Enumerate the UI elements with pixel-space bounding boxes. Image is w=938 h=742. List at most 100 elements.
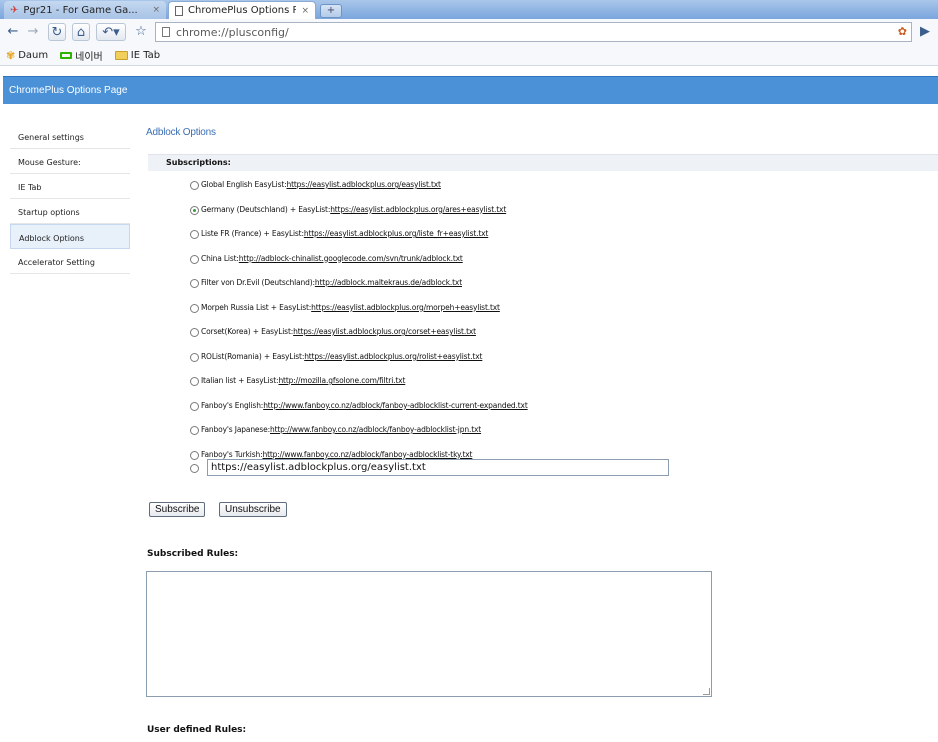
subscriptions-header: Subscriptions: [148, 154, 938, 171]
subscribed-rules-textarea[interactable] [146, 571, 712, 697]
subscription-link[interactable]: http://adblock-chinalist.googlecode.com/… [239, 254, 463, 263]
subscription-name: China List: [201, 253, 239, 263]
subscription-name: Germany (Deutschland) + EasyList: [201, 204, 331, 214]
subscription-name: Fanboy's Japanese: [201, 425, 270, 434]
resize-grip-icon[interactable] [703, 688, 710, 695]
custom-subscription-url-input[interactable]: https://easylist.adblockplus.org/easylis… [207, 459, 669, 476]
subscription-row: Liste FR (France) + EasyList: https://eas… [190, 229, 528, 254]
subscription-link[interactable]: https://easylist.adblockplus.org/morpeh+… [311, 303, 500, 312]
subscription-link[interactable]: http://www.fanboy.co.nz/adblock/fanboy-a… [262, 450, 472, 459]
bookmark-label: IE Tab [130, 50, 161, 61]
bookmark-ie-tab[interactable]: IE Tab [114, 50, 161, 61]
reload-icon[interactable]: ↻ [48, 23, 66, 41]
custom-subscription-row: https://easylist.adblockplus.org/easylis… [190, 459, 669, 476]
address-bar[interactable]: chrome://plusconfig/ ✿ [155, 22, 912, 42]
tab-title: ChromePlus Options P... [188, 5, 297, 16]
naver-icon [60, 52, 73, 59]
sidebar: General settings Mouse Gesture: IE Tab S… [10, 124, 130, 274]
subscription-name: Morpeh Russia List + EasyList: [201, 302, 312, 312]
subscription-row: Fanboy's Japanese: http://www.fanboy.co.… [190, 425, 528, 450]
menu-arrow-icon[interactable]: ▶ [916, 23, 934, 41]
subscribe-button[interactable]: Subscribe [149, 502, 206, 517]
subscription-radio[interactable] [190, 328, 199, 337]
sidebar-item-mouse-gesture[interactable]: Mouse Gesture: [10, 149, 130, 174]
sidebar-item-ie-tab[interactable]: IE Tab [10, 174, 130, 199]
url-text[interactable]: chrome://plusconfig/ [176, 26, 289, 39]
back-icon[interactable]: ← [4, 23, 22, 41]
subscription-link[interactable]: https://easylist.adblockplus.org/corset+… [293, 327, 476, 336]
bookmark-naver[interactable]: 네이버 [60, 48, 103, 63]
subscription-radio[interactable] [190, 181, 199, 190]
custom-subscription-radio[interactable] [190, 463, 199, 473]
folder-icon [114, 51, 128, 60]
new-tab-button[interactable]: + [320, 4, 342, 18]
subscription-row: China List: http://adblock-chinalist.goog… [190, 254, 528, 279]
subscription-radio[interactable] [190, 205, 199, 215]
subscription-row: ROList(Romania) + EasyList: https://easy… [190, 352, 528, 377]
subscription-radio[interactable] [190, 279, 199, 288]
subscription-list: Global English EasyList: https://easylist… [190, 180, 528, 474]
subscription-row: Filter von Dr.Evil (Deutschland): http://… [190, 278, 528, 303]
subscription-link[interactable]: http://www.fanboy.co.nz/adblock/fanboy-a… [263, 401, 528, 410]
subscription-radio[interactable] [190, 254, 199, 264]
daum-icon: ✾ [6, 49, 16, 62]
subscription-name: Fanboy's English: [201, 400, 264, 410]
bookmarks-bar: ✾ Daum 네이버 IE Tab [0, 46, 938, 66]
subscription-name: Liste FR (France) + EasyList: [201, 229, 304, 238]
page-favicon-icon [175, 5, 183, 16]
page-title: ChromePlus Options Page [9, 85, 128, 96]
sidebar-item-accelerator-setting[interactable]: Accelerator Setting [10, 249, 130, 274]
section-title: Adblock Options [146, 127, 216, 138]
forward-icon[interactable]: → [24, 23, 42, 41]
tab-chromeplus-options[interactable]: ChromePlus Options P... × [168, 1, 316, 19]
subscription-link[interactable]: https://easylist.adblockplus.org/rolist+… [304, 352, 482, 361]
subscription-link[interactable]: http://adblock.maltekraus.de/adblock.txt [315, 278, 462, 287]
subscription-radio[interactable] [190, 352, 199, 362]
subscription-link[interactable]: http://www.fanboy.co.nz/adblock/fanboy-a… [270, 425, 481, 434]
tab-pgr21[interactable]: ✈ Pgr21 - For Game Ga... × [4, 1, 166, 19]
star-icon[interactable]: ☆ [132, 23, 150, 41]
tab-title: Pgr21 - For Game Ga... [23, 4, 138, 16]
subscriptions-label: Subscriptions: [166, 158, 231, 167]
subscription-name: Filter von Dr.Evil (Deutschland): [201, 278, 315, 287]
subscription-name: Fanboy's Turkish: [201, 449, 263, 459]
subscription-row: Italian list + EasyList: http://mozilla.… [190, 376, 528, 401]
close-icon[interactable]: × [152, 5, 160, 15]
tab-strip: ✈ Pgr21 - For Game Ga... × ChromePlus Op… [0, 0, 938, 20]
home-icon[interactable]: ⌂ [72, 23, 90, 41]
bookmark-label: 네이버 [75, 52, 103, 63]
page-icon [162, 27, 170, 37]
bird-favicon-icon: ✈ [10, 4, 19, 16]
sidebar-item-adblock-options[interactable]: Adblock Options [10, 224, 130, 249]
sidebar-item-startup-options[interactable]: Startup options [10, 199, 130, 224]
subscription-row: Germany (Deutschland) + EasyList: https:/… [190, 205, 528, 230]
subscription-name: Italian list + EasyList: [201, 376, 279, 385]
close-icon[interactable]: × [301, 6, 309, 16]
extension-icon[interactable]: ✿ [898, 25, 907, 38]
subscription-radio[interactable] [190, 377, 199, 386]
subscription-link[interactable]: https://easylist.adblockplus.org/easylis… [287, 180, 441, 189]
subscription-name: Corset(Korea) + EasyList: [201, 327, 294, 336]
sidebar-item-general-settings[interactable]: General settings [10, 124, 130, 149]
subscription-name: ROList(Romania) + EasyList: [201, 351, 305, 361]
subscription-row: Fanboy's English: http://www.fanboy.co.n… [190, 401, 528, 426]
bookmark-label: Daum [18, 50, 49, 61]
subscription-row: Global English EasyList: https://easylist… [190, 180, 528, 205]
bookmark-daum[interactable]: ✾ Daum [6, 49, 48, 62]
page-header: ChromePlus Options Page [3, 76, 938, 104]
subscribed-rules-label: Subscribed Rules: [147, 549, 239, 559]
subscription-radio[interactable] [190, 303, 199, 313]
unsubscribe-button[interactable]: Unsubscribe [219, 502, 287, 517]
undo-dropdown-icon[interactable]: ↶▾ [96, 23, 126, 41]
subscription-row: Morpeh Russia List + EasyList: https://ea… [190, 303, 528, 328]
subscription-row: Corset(Korea) + EasyList: https://easyli… [190, 327, 528, 352]
toolbar: ← → ↻ ⌂ ↶▾ ☆ chrome://plusconfig/ ✿ ▶ [0, 19, 938, 46]
subscription-link[interactable]: https://easylist.adblockplus.org/ares+ea… [330, 205, 506, 214]
subscription-radio[interactable] [190, 401, 199, 411]
user-defined-rules-label: User defined Rules: [147, 725, 247, 735]
subscription-radio[interactable] [190, 230, 199, 239]
subscription-link[interactable]: https://easylist.adblockplus.org/liste_f… [304, 229, 489, 238]
subscription-link[interactable]: http://mozilla.gfsolone.com/filtri.txt [278, 376, 405, 385]
subscription-name: Global English EasyList: [201, 180, 287, 189]
subscription-radio[interactable] [190, 426, 199, 435]
